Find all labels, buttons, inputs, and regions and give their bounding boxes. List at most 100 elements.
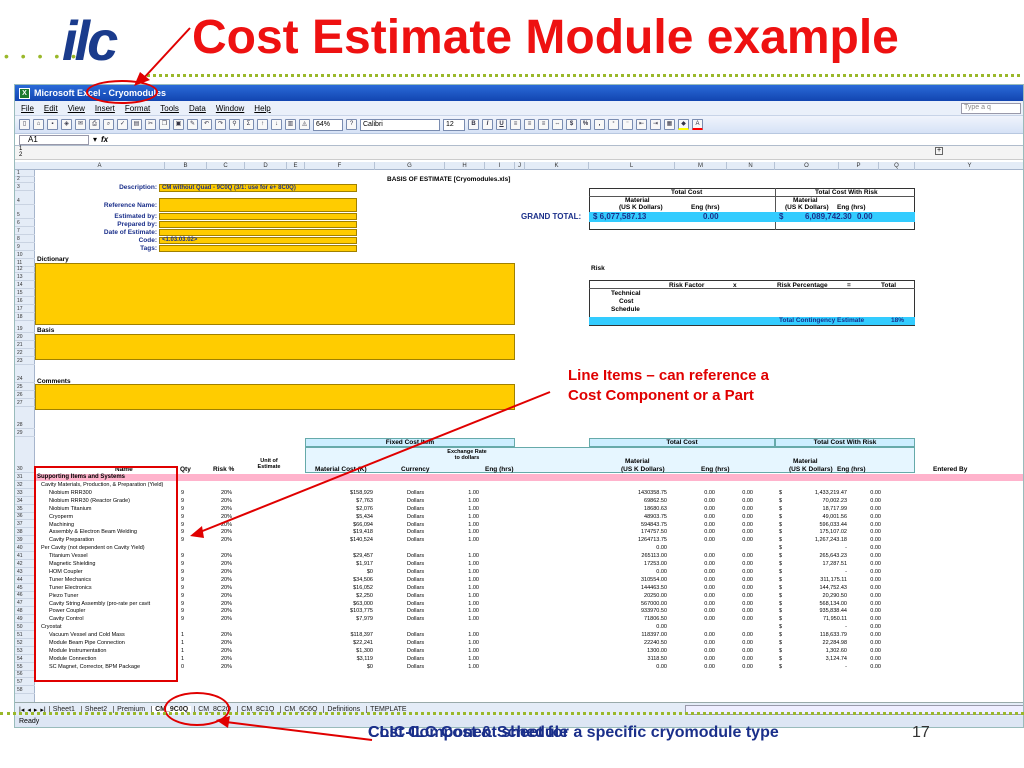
row-number[interactable]: 21: [15, 342, 35, 349]
item-risk-cell[interactable]: 20%: [221, 601, 232, 607]
item-tn-cell[interactable]: 0.00: [733, 664, 753, 670]
item-cur-cell[interactable]: Dollars: [407, 490, 424, 496]
format-painter-icon[interactable]: ✎: [187, 119, 198, 130]
italic-button[interactable]: I: [482, 119, 493, 130]
item-te-cell[interactable]: 0.00: [695, 490, 715, 496]
item-te-cell[interactable]: 0.00: [695, 561, 715, 567]
item-qty-cell[interactable]: 0: [181, 664, 184, 670]
item-tc-cell[interactable]: 18680.63: [627, 506, 667, 512]
row-number[interactable]: 16: [15, 298, 35, 305]
item-mat-cell[interactable]: $158,929: [333, 490, 373, 496]
item-mat-cell[interactable]: $7,979: [333, 616, 373, 622]
column-header[interactable]: N: [727, 162, 775, 170]
item-risk-cell[interactable]: 20%: [221, 490, 232, 496]
item-mat-cell[interactable]: $66,094: [333, 522, 373, 528]
item-cur-cell[interactable]: Dollars: [407, 577, 424, 583]
item-tc-cell[interactable]: 174757.50: [627, 529, 667, 535]
row-number[interactable]: 3: [15, 184, 35, 191]
row-number[interactable]: 35: [15, 506, 35, 513]
item-te-cell[interactable]: 0.00: [695, 522, 715, 528]
item-re-cell[interactable]: 0.00: [861, 522, 881, 528]
item-risk-cell[interactable]: 20%: [221, 553, 232, 559]
item-rc-cell[interactable]: 935,838.44: [807, 608, 847, 614]
item-qty-cell[interactable]: 9: [181, 601, 184, 607]
item-tn-cell[interactable]: 0.00: [733, 593, 753, 599]
column-header[interactable]: M: [675, 162, 727, 170]
item-tn-cell[interactable]: 0.00: [733, 585, 753, 591]
item-re-cell[interactable]: 0.00: [861, 577, 881, 583]
item-re-cell[interactable]: 0.00: [861, 640, 881, 646]
row-number[interactable]: 27: [15, 400, 35, 407]
item-rc-cell[interactable]: 3,124.74: [807, 656, 847, 662]
row-number[interactable]: 56: [15, 671, 35, 679]
item-te-cell[interactable]: 0.00: [695, 616, 715, 622]
align-right-icon[interactable]: ≡: [538, 119, 549, 130]
estimated-by-field[interactable]: [159, 213, 357, 220]
item-re-cell[interactable]: 0.00: [861, 608, 881, 614]
email-icon[interactable]: ✉: [75, 119, 86, 130]
item-te-cell[interactable]: 0.00: [695, 601, 715, 607]
item-re-cell[interactable]: 0.00: [861, 601, 881, 607]
increase-decimal-icon[interactable]: ⁺: [608, 119, 619, 130]
item-rc-cell[interactable]: -: [807, 545, 847, 551]
item-cur-cell[interactable]: Dollars: [407, 561, 424, 567]
item-cur-cell[interactable]: Dollars: [407, 608, 424, 614]
new-icon[interactable]: ▯: [19, 119, 30, 130]
item-qty-cell[interactable]: 9: [181, 553, 184, 559]
chevron-down-icon[interactable]: ▾: [93, 135, 97, 144]
row-number[interactable]: 13: [15, 274, 35, 281]
row-number[interactable]: 31: [15, 474, 35, 481]
item-risk-cell[interactable]: 20%: [221, 529, 232, 535]
column-header[interactable]: K: [525, 162, 589, 170]
item-tn-cell[interactable]: 0.00: [733, 514, 753, 520]
item-re-cell[interactable]: 0.00: [861, 648, 881, 654]
item-tn-cell[interactable]: 0.00: [733, 553, 753, 559]
item-risk-cell[interactable]: 20%: [221, 608, 232, 614]
dictionary-field[interactable]: [35, 263, 515, 325]
item-rate-cell[interactable]: 1.00: [459, 640, 479, 646]
column-header[interactable]: D: [245, 162, 287, 170]
item-tc-cell[interactable]: 0.00: [627, 624, 667, 630]
row-number[interactable]: 28: [15, 422, 35, 429]
item-re-cell[interactable]: 0.00: [861, 569, 881, 575]
item-cur-cell[interactable]: Dollars: [407, 648, 424, 654]
redo-icon[interactable]: ↷: [215, 119, 226, 130]
item-re-cell[interactable]: 0.00: [861, 632, 881, 638]
item-risk-cell[interactable]: 20%: [221, 569, 232, 575]
row-number[interactable]: 22: [15, 350, 35, 357]
item-tn-cell[interactable]: 0.00: [733, 529, 753, 535]
row-number[interactable]: 17: [15, 306, 35, 313]
item-rate-cell[interactable]: 1.00: [459, 569, 479, 575]
row-number[interactable]: 19: [15, 326, 35, 333]
item-mat-cell[interactable]: $140,524: [333, 537, 373, 543]
item-mat-cell[interactable]: $103,775: [333, 608, 373, 614]
item-rate-cell[interactable]: 1.00: [459, 553, 479, 559]
item-mat-cell[interactable]: $0: [333, 664, 373, 670]
item-cur-cell[interactable]: Dollars: [407, 616, 424, 622]
item-cur-cell[interactable]: Dollars: [407, 585, 424, 591]
hyperlink-icon[interactable]: ⚲: [229, 119, 240, 130]
item-mat-cell[interactable]: $16,052: [333, 585, 373, 591]
help-search-input[interactable]: Type a q: [961, 102, 1021, 114]
item-qty-cell[interactable]: 1: [181, 640, 184, 646]
column-header[interactable]: L: [589, 162, 675, 170]
column-header[interactable]: O: [775, 162, 839, 170]
item-rc-cell[interactable]: 265,643.23: [807, 553, 847, 559]
font-size-select[interactable]: 12: [443, 118, 465, 131]
item-te-cell[interactable]: 0.00: [695, 632, 715, 638]
item-te-cell[interactable]: 0.00: [695, 593, 715, 599]
item-risk-cell[interactable]: 20%: [221, 561, 232, 567]
item-rc-cell[interactable]: -: [807, 664, 847, 670]
basis-field[interactable]: [35, 334, 515, 360]
item-tc-cell[interactable]: 118397.00: [627, 632, 667, 638]
row-number[interactable]: 45: [15, 585, 35, 592]
column-header[interactable]: Y: [915, 162, 1023, 170]
item-te-cell[interactable]: 0.00: [695, 640, 715, 646]
row-number[interactable]: 42: [15, 561, 35, 568]
item-re-cell[interactable]: 0.00: [861, 585, 881, 591]
item-rc-cell[interactable]: 118,633.79: [807, 632, 847, 638]
row-number[interactable]: 46: [15, 592, 35, 600]
item-cur-cell[interactable]: Dollars: [407, 553, 424, 559]
item-risk-cell[interactable]: 20%: [221, 640, 232, 646]
item-tn-cell[interactable]: 0.00: [733, 640, 753, 646]
